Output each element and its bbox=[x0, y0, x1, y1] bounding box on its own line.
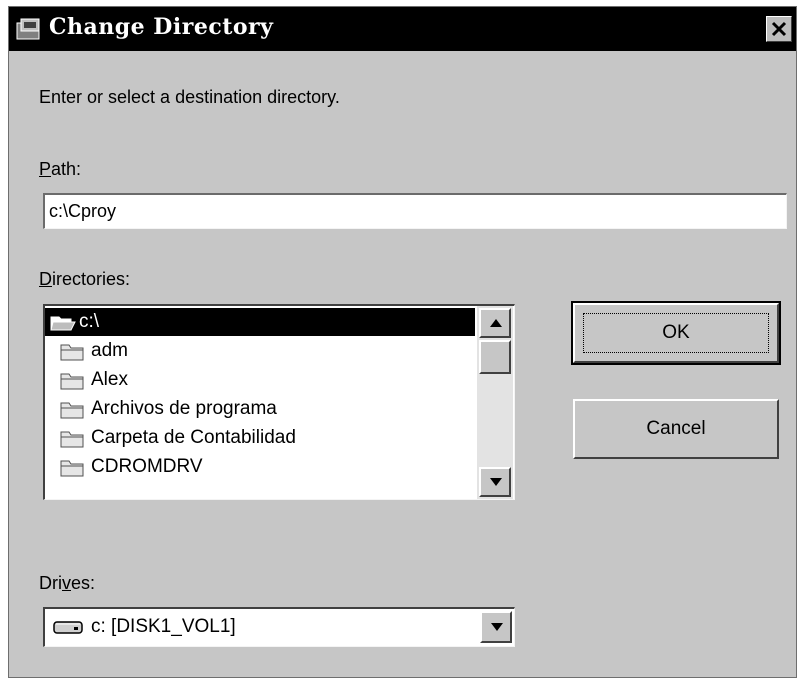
drives-label-post: es: bbox=[71, 573, 96, 593]
folder-icon bbox=[60, 402, 84, 419]
path-label: Path: bbox=[39, 159, 81, 180]
directories-list[interactable]: c:\ adm Alex Archivos de programa Carpet… bbox=[43, 304, 515, 500]
directories-scrollbar[interactable] bbox=[477, 306, 513, 499]
hard-drive-icon bbox=[53, 621, 83, 634]
directory-item-label: CDROMDRV bbox=[91, 456, 203, 477]
folder-icon bbox=[60, 373, 84, 390]
directory-item-label: c:\ bbox=[79, 311, 100, 332]
path-input[interactable]: c:\Cproy bbox=[43, 193, 787, 229]
scroll-thumb[interactable] bbox=[479, 340, 511, 374]
change-directory-dialog: Change Directory Enter or select a desti… bbox=[8, 6, 797, 678]
path-label-accel: P bbox=[39, 159, 52, 179]
directories-label-accel: D bbox=[39, 269, 52, 289]
close-button[interactable] bbox=[766, 16, 792, 42]
directory-item-archivos-de-programa[interactable]: Archivos de programa bbox=[45, 395, 475, 423]
directory-item-carpeta-de-contabilidad[interactable]: Carpeta de Contabilidad bbox=[45, 424, 475, 452]
directory-item-alex[interactable]: Alex bbox=[45, 366, 475, 394]
scroll-up-button[interactable] bbox=[479, 308, 511, 338]
close-icon bbox=[771, 21, 787, 37]
focus-rectangle bbox=[583, 313, 769, 353]
directory-item-adm[interactable]: adm bbox=[45, 337, 475, 365]
arrow-down-icon bbox=[490, 478, 502, 486]
folder-icon bbox=[60, 431, 84, 448]
directory-item-cdromdrv[interactable]: CDROMDRV bbox=[45, 453, 475, 481]
drives-label-accel: v bbox=[62, 573, 71, 593]
cancel-button[interactable]: Cancel bbox=[573, 399, 779, 459]
arrow-up-icon bbox=[490, 319, 502, 327]
open-folder-icon bbox=[50, 316, 76, 331]
directory-item-label: adm bbox=[91, 340, 128, 361]
scroll-down-button[interactable] bbox=[479, 467, 511, 497]
title-bar[interactable]: Change Directory bbox=[9, 7, 796, 51]
directories-label: Directories: bbox=[39, 269, 130, 290]
directory-item-root[interactable]: c:\ bbox=[45, 308, 475, 336]
drives-select[interactable]: c: [DISK1_VOL1] bbox=[43, 607, 515, 647]
app-icon bbox=[16, 18, 40, 40]
drives-select-value: c: [DISK1_VOL1] bbox=[91, 616, 236, 637]
chevron-down-icon bbox=[491, 623, 503, 631]
ok-button[interactable]: OK bbox=[571, 301, 781, 365]
folder-icon bbox=[60, 344, 84, 361]
directory-item-label: Archivos de programa bbox=[91, 398, 277, 419]
drives-label: Drives: bbox=[39, 573, 95, 594]
drives-dropdown-button[interactable] bbox=[480, 611, 512, 643]
folder-icon bbox=[60, 460, 84, 477]
window-title: Change Directory bbox=[49, 14, 274, 40]
path-label-text: ath: bbox=[51, 159, 82, 179]
directory-item-label: Alex bbox=[91, 369, 128, 390]
directories-label-text: irectories: bbox=[52, 269, 131, 289]
instructions-text: Enter or select a destination directory. bbox=[39, 87, 340, 107]
cancel-button-label: Cancel bbox=[646, 418, 706, 439]
drives-label-pre: Dri bbox=[39, 573, 62, 593]
directory-item-label: Carpeta de Contabilidad bbox=[91, 427, 296, 448]
